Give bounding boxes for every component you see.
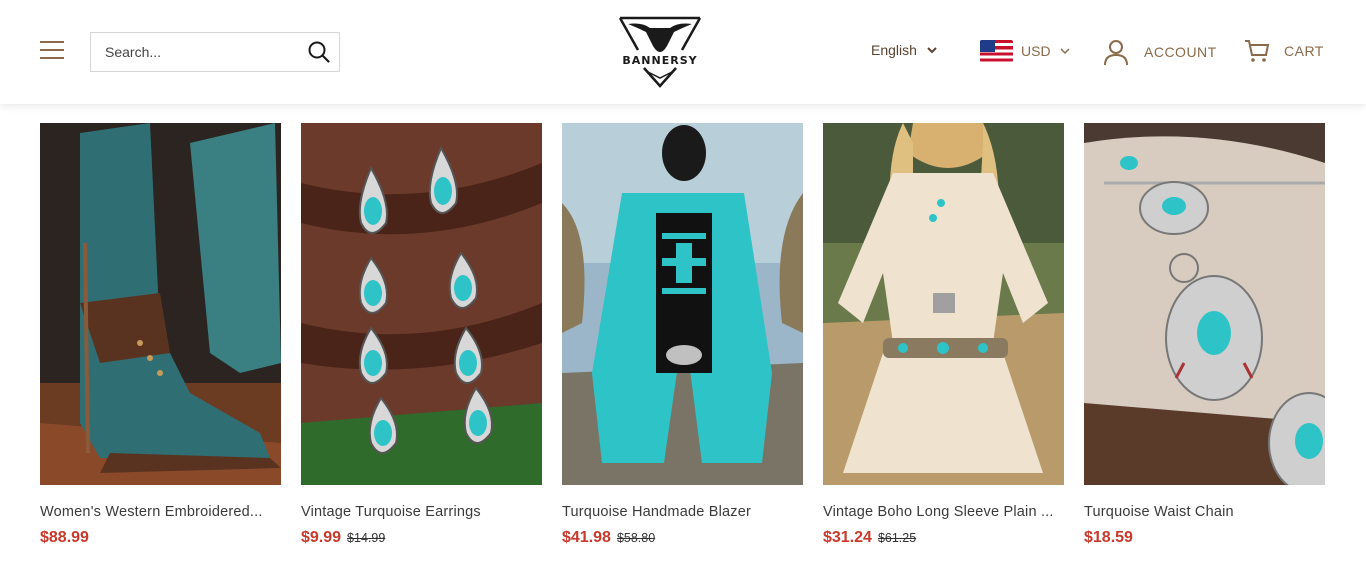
product-price: $9.99 <box>301 529 342 546</box>
product-card[interactable]: Turquoise Waist Chain $18.59 <box>1084 123 1325 547</box>
language-label: English <box>871 42 917 58</box>
product-card[interactable]: Turquoise Handmade Blazer $41.98 $58.80 <box>562 123 803 547</box>
chevron-down-icon <box>1060 48 1070 55</box>
product-image-boho-dress[interactable] <box>823 123 1064 485</box>
us-flag-icon <box>980 40 1013 62</box>
search-box <box>90 32 340 72</box>
compare-at-price: $14.99 <box>347 531 386 545</box>
price-row: $31.24 $61.25 <box>823 529 1064 547</box>
product-image-blazer[interactable] <box>562 123 803 485</box>
account-link[interactable]: ACCOUNT <box>1102 38 1217 66</box>
product-image-earrings[interactable] <box>301 123 542 485</box>
price-row: $41.98 $58.80 <box>562 529 803 547</box>
cart-icon <box>1245 40 1270 62</box>
product-image-waist-chain[interactable] <box>1084 123 1325 485</box>
compare-at-price: $58.80 <box>616 531 656 545</box>
product-title[interactable]: Vintage Turquoise Earrings <box>301 504 542 520</box>
search-icon[interactable] <box>299 33 339 71</box>
product-title[interactable]: Vintage Boho Long Sleeve Plain ... <box>823 504 1064 520</box>
price-row: $88.99 <box>40 529 281 547</box>
product-price: $31.24 <box>823 529 872 546</box>
brand-logo[interactable]: BANNERSY <box>608 14 712 90</box>
compare-at-price: $61.25 <box>877 531 917 545</box>
product-price: $88.99 <box>40 529 89 546</box>
product-card[interactable]: Women's Western Embroidered... $88.99 <box>40 123 281 547</box>
product-title[interactable]: Turquoise Handmade Blazer <box>562 504 803 520</box>
product-card[interactable]: Vintage Turquoise Earrings $9.99 $14.99 <box>301 123 542 547</box>
product-title[interactable]: Turquoise Waist Chain <box>1084 504 1325 520</box>
user-icon <box>1104 40 1128 66</box>
product-title[interactable]: Women's Western Embroidered... <box>40 504 281 520</box>
cart-link[interactable]: CART <box>1244 38 1324 64</box>
product-grid: Women's Western Embroidered... $88.99 Vi… <box>40 123 1325 547</box>
cart-label: CART <box>1284 43 1324 59</box>
account-label: ACCOUNT <box>1144 44 1217 60</box>
hamburger-menu-icon[interactable] <box>40 41 64 63</box>
product-card[interactable]: Vintage Boho Long Sleeve Plain ... $31.2… <box>823 123 1064 547</box>
currency-selector[interactable]: USD <box>980 40 1071 62</box>
price-row: $18.59 <box>1084 529 1325 547</box>
language-selector[interactable]: English <box>871 42 937 58</box>
product-price: $41.98 <box>562 529 611 546</box>
logo-text: BANNERSY <box>622 54 698 67</box>
chevron-down-icon <box>927 47 937 54</box>
search-input[interactable] <box>91 33 299 71</box>
product-price: $18.59 <box>1084 529 1133 546</box>
site-header: BANNERSY English USD ACCOUNT CART <box>0 0 1366 104</box>
currency-label: USD <box>1021 43 1051 59</box>
product-image-boots[interactable] <box>40 123 281 485</box>
price-row: $9.99 $14.99 <box>301 529 542 547</box>
